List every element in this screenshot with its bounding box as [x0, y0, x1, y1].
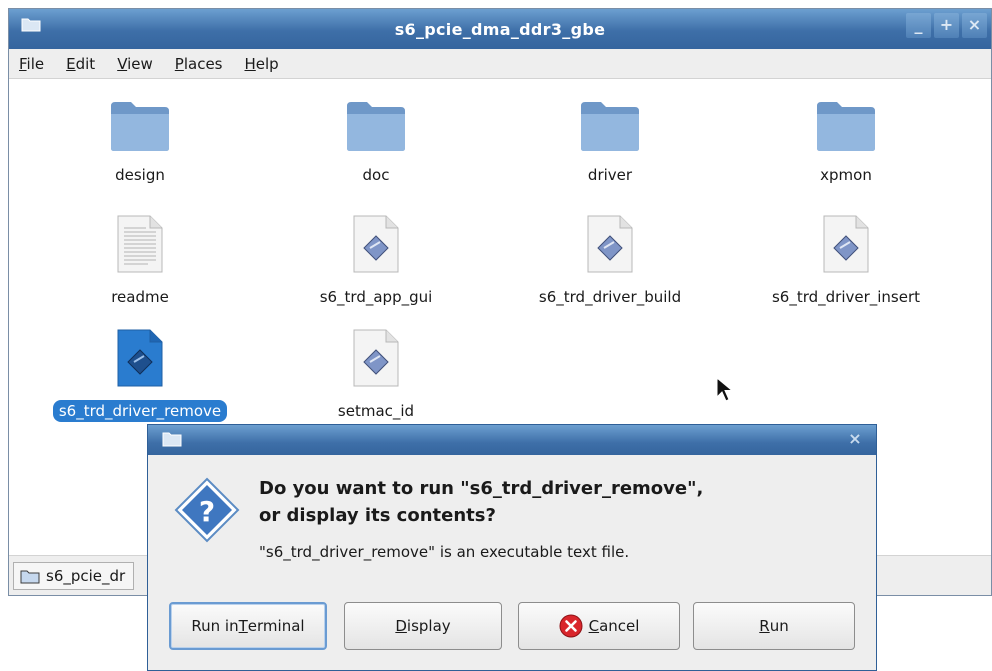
cancel-icon: [559, 614, 583, 638]
dialog-message: "s6_trd_driver_remove" is an executable …: [259, 543, 630, 561]
run-in-terminal-button[interactable]: Run in Terminal: [169, 602, 327, 650]
maximize-button[interactable]: +: [934, 13, 959, 38]
file-item-readme[interactable]: readme: [35, 214, 245, 308]
window-title: s6_pcie_dma_ddr3_gbe: [394, 20, 606, 39]
folder-icon: [581, 102, 639, 151]
file-item-driver[interactable]: driver: [505, 100, 715, 186]
file-item-design[interactable]: design: [35, 100, 245, 186]
display-button[interactable]: Display: [344, 602, 502, 650]
menu-view[interactable]: View: [117, 55, 153, 73]
script-file-icon: [353, 329, 399, 387]
run-confirm-dialog: × ? Do you want to run "s6_trd_driver_re…: [147, 424, 877, 671]
dialog-titlebar[interactable]: ×: [148, 425, 876, 455]
dialog-button-row: Run in Terminal Display Cancel Run: [148, 602, 876, 652]
file-label: s6_trd_driver_build: [538, 288, 682, 306]
file-item-xpmon[interactable]: xpmon: [741, 100, 951, 186]
file-label: s6_trd_driver_insert: [771, 288, 921, 306]
script-file-icon: [587, 215, 633, 273]
menu-places[interactable]: Places: [175, 55, 223, 73]
file-label: xpmon: [820, 166, 872, 184]
script-file-icon: [823, 215, 869, 273]
menu-file[interactable]: File: [19, 55, 44, 73]
file-label: s6_trd_app_gui: [319, 288, 433, 306]
cancel-button[interactable]: Cancel: [518, 602, 680, 650]
menu-bar: File Edit View Places Help: [9, 49, 991, 79]
folder-icon: [20, 570, 40, 584]
menu-help[interactable]: Help: [245, 55, 279, 73]
window-titlebar[interactable]: s6_pcie_dma_ddr3_gbe _ + ×: [9, 9, 991, 49]
location-tab[interactable]: s6_pcie_dr: [13, 562, 135, 590]
dialog-heading: Do you want to run "s6_trd_driver_remove…: [259, 475, 859, 529]
file-item-s6-trd-driver-build[interactable]: s6_trd_driver_build: [505, 214, 715, 308]
file-item-setmac-id[interactable]: setmac_id: [271, 328, 481, 422]
mouse-pointer-icon: [716, 377, 732, 402]
folder-icon: [817, 102, 875, 151]
dialog-close-button[interactable]: ×: [844, 428, 866, 450]
question-icon: ?: [174, 477, 240, 543]
file-label: setmac_id: [337, 402, 415, 420]
file-item-s6-trd-driver-insert[interactable]: s6_trd_driver_insert: [741, 214, 951, 308]
folder-icon: [347, 102, 405, 151]
file-label: s6_trd_driver_remove: [52, 400, 228, 422]
dialog-heading-line2: or display its contents?: [259, 505, 496, 526]
text-file-icon: [117, 215, 163, 273]
script-file-icon: [117, 329, 163, 387]
file-label: doc: [362, 166, 390, 184]
file-item-s6-trd-driver-remove[interactable]: s6_trd_driver_remove: [35, 328, 245, 422]
close-button[interactable]: ×: [962, 13, 987, 38]
minimize-button[interactable]: _: [906, 13, 931, 38]
location-label: s6_pcie_dr: [46, 567, 126, 585]
folder-icon: [111, 102, 169, 151]
folder-icon: [162, 432, 182, 447]
file-label: driver: [587, 166, 633, 184]
file-item-doc[interactable]: doc: [271, 100, 481, 186]
file-label: design: [115, 166, 165, 184]
script-file-icon: [353, 215, 399, 273]
menu-edit[interactable]: Edit: [66, 55, 95, 73]
run-button[interactable]: Run: [693, 602, 855, 650]
file-item-s6-trd-app-gui[interactable]: s6_trd_app_gui: [271, 214, 481, 308]
svg-text:?: ?: [199, 495, 215, 528]
file-label: readme: [111, 288, 169, 306]
dialog-heading-line1: Do you want to run "s6_trd_driver_remove…: [259, 478, 704, 499]
